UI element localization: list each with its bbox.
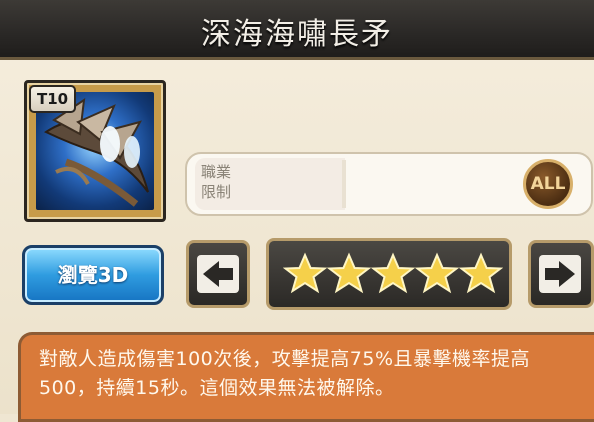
arrow-left-icon	[197, 255, 239, 293]
star-icon	[415, 252, 459, 294]
class-restriction-box: 職業 限制 ALL	[185, 152, 593, 216]
star-icon	[283, 252, 327, 294]
item-icon-frame: T10	[24, 80, 166, 222]
star-icon	[459, 252, 503, 294]
rarity-stars	[266, 238, 512, 310]
star-icon	[327, 252, 371, 294]
arrow-right-icon	[539, 255, 581, 293]
view-3d-button[interactable]: 瀏覽3D	[22, 245, 164, 305]
prev-item-button[interactable]	[186, 240, 250, 308]
item-description-box: 對敵人造成傷害100次後，攻擊提高75%且暴擊機率提高500，持續15秒。這個效…	[18, 332, 594, 422]
tier-badge: T10	[29, 85, 77, 113]
class-restriction-label: 職業 限制	[201, 163, 232, 201]
star-icon	[371, 252, 415, 294]
all-classes-badge: ALL	[523, 159, 573, 209]
item-title: 深海海嘯長矛	[201, 17, 393, 52]
item-description: 對敵人造成傷害100次後，攻擊提高75%且暴擊機率提高500，持續15秒。這個效…	[39, 348, 530, 399]
next-item-button[interactable]	[528, 240, 594, 308]
header-bar: 深海海嘯長矛	[0, 0, 594, 60]
class-divider	[342, 160, 346, 208]
